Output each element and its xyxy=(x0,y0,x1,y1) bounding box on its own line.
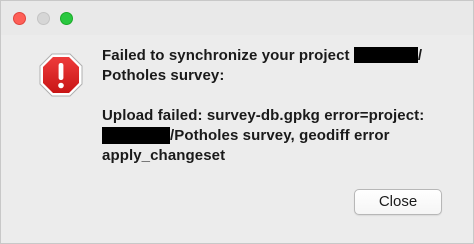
message-line-2: Potholes survey: xyxy=(102,67,225,84)
title-bar xyxy=(1,1,473,35)
message-line-5: apply_changeset xyxy=(102,147,226,164)
redacted-project-owner xyxy=(353,47,418,64)
window-close-button[interactable] xyxy=(13,12,26,25)
message-text: / xyxy=(417,47,423,64)
message-line-1: Failed to synchronize your project / xyxy=(102,46,462,66)
dialog-window: Failed to synchronize your project / Pot… xyxy=(0,0,474,244)
message-line-3: Upload failed: survey-db.gpkg error=proj… xyxy=(102,107,425,124)
dialog-message: Failed to synchronize your project / Pot… xyxy=(102,46,462,166)
window-minimize-button[interactable] xyxy=(37,12,50,25)
alert-stop-icon xyxy=(39,53,83,97)
window-zoom-button[interactable] xyxy=(60,12,73,25)
message-text: /Potholes survey, geodiff error xyxy=(170,127,390,144)
close-button[interactable]: Close xyxy=(354,189,442,215)
message-line-4: /Potholes survey, geodiff error xyxy=(102,126,462,146)
message-text: Failed to synchronize your project xyxy=(102,47,354,64)
redacted-project-owner xyxy=(102,126,170,144)
